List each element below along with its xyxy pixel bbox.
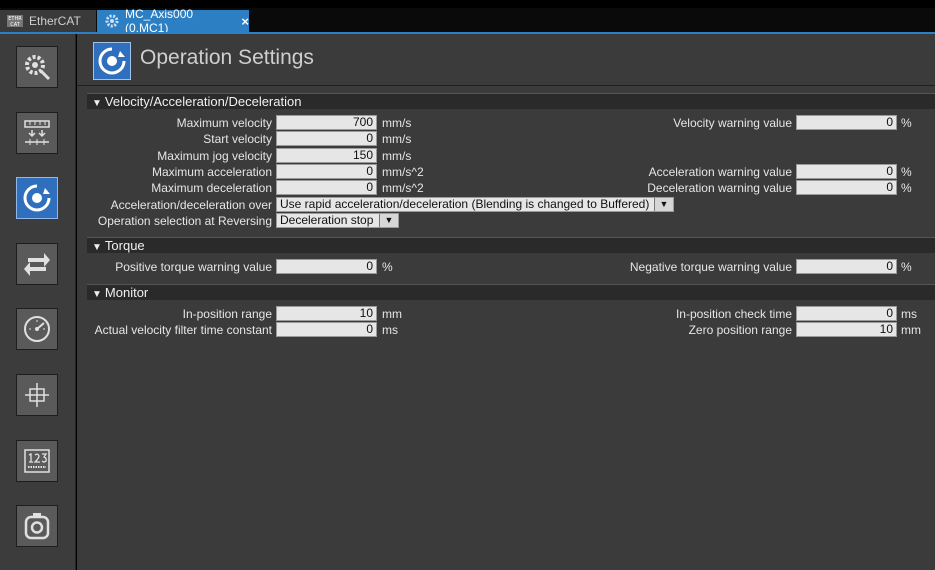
positive-torque-warning-input[interactable]: 0	[276, 259, 377, 274]
ethercat-icon: ETHR CAT	[6, 13, 24, 29]
negative-torque-warning-label: Negative torque warning value	[629, 260, 792, 274]
gear-settings-icon	[25, 55, 51, 81]
tab-mc-axis[interactable]: MC_Axis000 (0,MC1) ×	[97, 7, 249, 35]
section-title: Torque	[104, 238, 145, 253]
in-position-range-input[interactable]: 10	[276, 306, 377, 321]
chevron-down-icon[interactable]: ▼	[654, 198, 673, 211]
positive-torque-warning-label: Positive torque warning value	[115, 260, 272, 274]
sidebar-item-position[interactable]	[16, 374, 58, 416]
unit-conversion-icon	[24, 120, 50, 145]
position-count-icon	[25, 383, 49, 407]
zero-position-range-input[interactable]: 10	[796, 322, 897, 337]
close-icon[interactable]: ×	[241, 14, 249, 29]
velocity-filter-input[interactable]: 0	[276, 322, 377, 337]
velocity-filter-label: Actual velocity filter time constant	[94, 323, 272, 337]
accel-decel-over-select[interactable]: Use rapid acceleration/deceleration (Ble…	[276, 197, 674, 212]
reversing-select[interactable]: Deceleration stop ▼	[276, 213, 399, 228]
start-velocity-unit: mm/s	[382, 132, 412, 146]
positive-torque-warning-unit: %	[382, 260, 393, 274]
in-position-range-unit: mm	[382, 307, 402, 321]
chevron-down-icon[interactable]: ▼	[379, 214, 398, 227]
sidebar-item-operation-settings[interactable]	[16, 177, 58, 219]
deceleration-warning-input[interactable]: 0	[796, 180, 897, 195]
section-torque[interactable]: ▼ Torque	[87, 237, 935, 253]
tab-ethercat[interactable]: ETHR CAT EtherCAT	[0, 10, 96, 32]
velocity-warning-unit: %	[901, 116, 912, 130]
page-title: Operation Settings	[140, 46, 314, 69]
max-velocity-input[interactable]: 700	[276, 115, 377, 130]
deceleration-warning-label: Deceleration warning value	[647, 181, 792, 195]
section-title: Monitor	[104, 285, 149, 300]
velocity-filter-unit: ms	[382, 323, 398, 337]
collapse-arrow-icon: ▼	[92, 242, 102, 253]
operation-settings-icon	[23, 184, 51, 212]
in-position-check-input[interactable]: 0	[796, 306, 897, 321]
max-deceleration-unit: mm/s^2	[382, 181, 424, 195]
negative-torque-warning-input[interactable]: 0	[796, 259, 897, 274]
deceleration-warning-unit: %	[901, 181, 912, 195]
sidebar-item-homing[interactable]	[16, 505, 58, 547]
sidebar-item-limits[interactable]	[16, 308, 58, 350]
in-position-check-label: In-position check time	[675, 307, 792, 321]
gear-icon	[103, 13, 120, 29]
max-jog-velocity-input[interactable]: 150	[276, 148, 377, 163]
section-title: Velocity/Acceleration/Deceleration	[104, 94, 302, 109]
zero-position-range-label: Zero position range	[688, 323, 792, 337]
velocity-warning-input[interactable]: 0	[796, 115, 897, 130]
max-velocity-label: Maximum velocity	[176, 116, 272, 130]
servo-drive-icon	[24, 449, 50, 473]
limit-gauge-icon	[24, 316, 50, 342]
acceleration-warning-label: Acceleration warning value	[648, 165, 792, 179]
main-panel: Operation Settings ▼ Velocity/Acceleratio…	[77, 34, 935, 570]
reversing-value: Deceleration stop	[280, 213, 374, 227]
other-operation-icon	[24, 253, 50, 276]
start-velocity-input[interactable]: 0	[276, 131, 377, 146]
sidebar	[0, 34, 76, 570]
acceleration-warning-input[interactable]: 0	[796, 164, 897, 179]
collapse-arrow-icon: ▼	[92, 289, 102, 300]
in-position-range-label: In-position range	[182, 307, 272, 321]
start-velocity-label: Start velocity	[203, 132, 272, 146]
homing-icon	[24, 513, 50, 540]
max-jog-velocity-label: Maximum jog velocity	[157, 149, 272, 163]
max-deceleration-label: Maximum deceleration	[151, 181, 272, 195]
svg-text:CAT: CAT	[10, 22, 21, 28]
max-velocity-unit: mm/s	[382, 116, 412, 130]
tab-bar: ETHR CAT EtherCAT MC_Axis000 (0,MC1) ×	[0, 0, 935, 35]
page-header: Operation Settings	[77, 34, 935, 86]
collapse-arrow-icon: ▼	[92, 98, 102, 109]
max-jog-velocity-unit: mm/s	[382, 149, 412, 163]
sidebar-item-units[interactable]	[16, 112, 58, 154]
zero-position-range-unit: mm	[901, 323, 921, 337]
tab-label: EtherCAT	[29, 14, 81, 28]
max-acceleration-unit: mm/s^2	[382, 165, 424, 179]
accel-decel-over-label: Acceleration/deceleration over	[110, 198, 272, 212]
max-acceleration-label: Maximum acceleration	[151, 165, 272, 179]
operation-settings-icon	[93, 42, 131, 80]
accel-decel-over-value: Use rapid acceleration/deceleration (Ble…	[280, 197, 650, 211]
section-velocity[interactable]: ▼ Velocity/Acceleration/Deceleration	[87, 93, 935, 109]
reversing-label: Operation selection at Reversing	[97, 214, 272, 228]
in-position-check-unit: ms	[901, 307, 917, 321]
max-deceleration-input[interactable]: 0	[276, 180, 377, 195]
max-acceleration-input[interactable]: 0	[276, 164, 377, 179]
negative-torque-warning-unit: %	[901, 260, 912, 274]
sidebar-item-other-operation[interactable]	[16, 243, 58, 285]
tab-label: MC_Axis000 (0,MC1)	[125, 7, 194, 35]
sidebar-item-general[interactable]	[16, 46, 58, 88]
acceleration-warning-unit: %	[901, 165, 912, 179]
sidebar-item-servo-drive[interactable]	[16, 440, 58, 482]
velocity-warning-label: Velocity warning value	[673, 116, 792, 130]
section-monitor[interactable]: ▼ Monitor	[87, 284, 935, 300]
